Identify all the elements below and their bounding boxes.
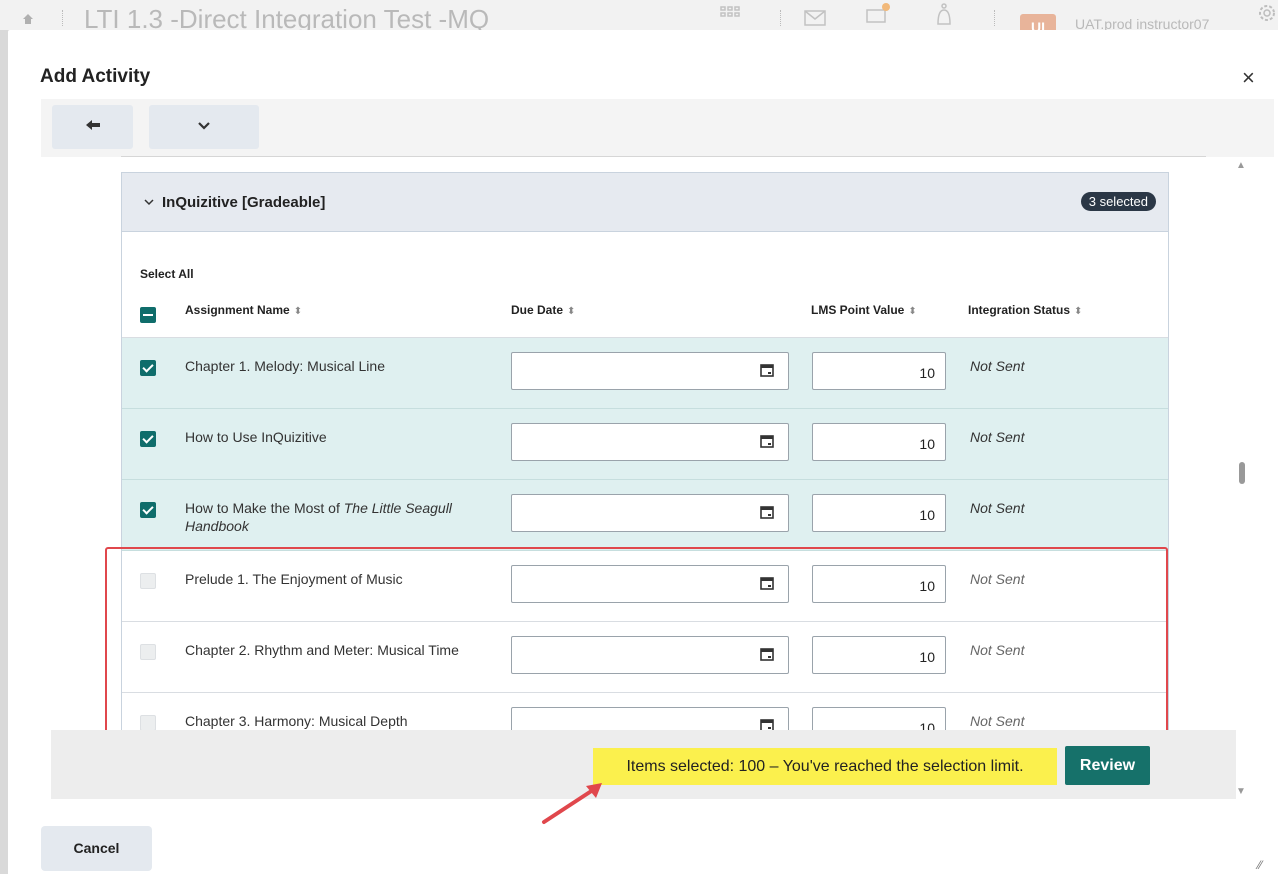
- sort-icon[interactable]: ⬍: [294, 306, 302, 317]
- expand-button[interactable]: [149, 105, 259, 149]
- point-value-input[interactable]: 10: [812, 494, 946, 532]
- assignment-name: How to Make the Most of The Little Seagu…: [185, 500, 452, 534]
- scroll-down-icon[interactable]: ▼: [1236, 786, 1246, 797]
- annotation-arrow: [542, 783, 602, 824]
- background-app-bar: LTI 1.3 -Direct Integration Test -MQ UI …: [0, 0, 1278, 35]
- column-header-due-date[interactable]: Due Date ⬍: [511, 303, 575, 317]
- selection-limit-message: Items selected: 100 – You've reached the…: [593, 748, 1057, 785]
- integration-status: Not Sent: [970, 500, 1025, 516]
- assignment-name: How to Use InQuizitive: [185, 429, 327, 445]
- toolbar: [41, 99, 1274, 157]
- selected-count-badge: 3 selected: [1080, 192, 1156, 211]
- row-checkbox[interactable]: [140, 502, 156, 518]
- scrollbar-thumb[interactable]: [1239, 462, 1245, 484]
- divider: [62, 10, 65, 26]
- column-header-assignment-name[interactable]: Assignment Name ⬍: [185, 303, 302, 317]
- bell-icon[interactable]: [934, 2, 954, 31]
- modal-title: Add Activity: [40, 66, 151, 87]
- table-header: Select All Assignment Name ⬍ Due Date ⬍ LM…: [122, 232, 1168, 338]
- review-button[interactable]: Review: [1065, 746, 1150, 785]
- notification-icon[interactable]: [864, 2, 890, 29]
- mail-icon[interactable]: [804, 10, 826, 31]
- calendar-icon[interactable]: [760, 505, 774, 519]
- row-checkbox[interactable]: [140, 431, 156, 447]
- select-all-label: Select All: [140, 267, 194, 281]
- scrollbar[interactable]: ▲ ▼: [1236, 160, 1250, 800]
- table-row: How to Use InQuizitive 10 Not Sent: [122, 409, 1168, 480]
- section-header[interactable]: InQuizitive [Gradeable] 3 selected: [122, 173, 1168, 232]
- annotation-highlight-box: [105, 547, 1168, 739]
- integration-status: Not Sent: [970, 429, 1025, 445]
- assignment-name: Chapter 1. Melody: Musical Line: [185, 358, 385, 374]
- table-row: Chapter 1. Melody: Musical Line 10 Not Sen…: [122, 338, 1168, 409]
- due-date-input[interactable]: [511, 423, 789, 461]
- column-header-integration-status[interactable]: Integration Status ⬍: [968, 303, 1082, 317]
- point-value-input[interactable]: 10: [812, 352, 946, 390]
- sort-icon[interactable]: ⬍: [1074, 306, 1082, 317]
- section-title: InQuizitive [Gradeable]: [162, 193, 326, 211]
- calendar-icon[interactable]: [760, 363, 774, 377]
- due-date-input[interactable]: [511, 352, 789, 390]
- due-date-input[interactable]: [511, 494, 789, 532]
- point-value-input[interactable]: 10: [812, 423, 946, 461]
- sort-icon[interactable]: ⬍: [567, 306, 575, 317]
- back-button[interactable]: [52, 105, 133, 149]
- chevron-down-icon: [197, 118, 211, 136]
- column-header-lms-point-value[interactable]: LMS Point Value ⬍: [811, 303, 917, 317]
- select-all-checkbox[interactable]: [140, 307, 156, 323]
- scroll-up-icon[interactable]: ▲: [1236, 160, 1246, 171]
- divider: [121, 156, 1206, 157]
- integration-status: Not Sent: [970, 358, 1025, 374]
- divider: [994, 10, 997, 26]
- divider: [780, 10, 783, 26]
- calendar-icon[interactable]: [760, 434, 774, 448]
- gear-icon[interactable]: [1256, 2, 1278, 29]
- apps-grid-icon[interactable]: [720, 6, 740, 27]
- cancel-button[interactable]: Cancel: [41, 826, 152, 871]
- sort-icon[interactable]: ⬍: [908, 306, 916, 317]
- arrow-left-icon: [85, 118, 101, 136]
- home-icon: [22, 12, 34, 24]
- close-button[interactable]: ×: [1242, 67, 1255, 89]
- table-row: How to Make the Most of The Little Seagu…: [122, 480, 1168, 551]
- chevron-down-icon[interactable]: [144, 195, 154, 209]
- resize-handle-icon[interactable]: ⁄⁄: [1258, 858, 1262, 872]
- row-checkbox[interactable]: [140, 360, 156, 376]
